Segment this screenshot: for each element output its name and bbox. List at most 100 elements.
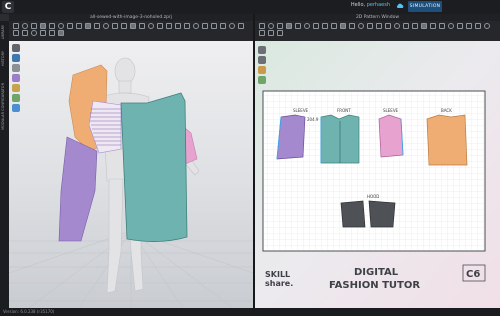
pattern-ruler-icon[interactable] bbox=[259, 30, 265, 36]
pattern-curve-icon[interactable] bbox=[322, 23, 328, 29]
pattern-circle-icon[interactable] bbox=[304, 23, 310, 29]
pattern-grade-icon[interactable] bbox=[430, 23, 436, 29]
pattern-fold-icon[interactable] bbox=[358, 23, 364, 29]
pattern-topstitch-icon[interactable] bbox=[394, 23, 400, 29]
pattern-export-icon[interactable] bbox=[277, 30, 283, 36]
tool-sew-icon[interactable] bbox=[85, 23, 91, 29]
tool-layer-icon[interactable] bbox=[166, 23, 172, 29]
pattern-canvas: SLEEVE FRONT SLEEVE BACK HOOD 204.9 291.… bbox=[255, 41, 500, 308]
tool-xray-icon[interactable] bbox=[40, 30, 46, 36]
tool-sim-icon[interactable] bbox=[229, 23, 235, 29]
pattern-trace-icon[interactable] bbox=[268, 30, 274, 36]
pattern-layout-icon[interactable] bbox=[421, 23, 427, 29]
tab-library[interactable]: LIBRARY bbox=[1, 25, 8, 39]
garment-sleeve-purple[interactable] bbox=[58, 136, 98, 242]
garment-front-teal[interactable] bbox=[120, 92, 188, 242]
tool-tape-icon[interactable] bbox=[58, 23, 64, 29]
pattern-view-icon[interactable] bbox=[258, 46, 266, 54]
tool-iron-icon[interactable] bbox=[76, 23, 82, 29]
tool-texture-icon[interactable] bbox=[130, 23, 136, 29]
tool-export-icon[interactable] bbox=[58, 30, 64, 36]
pattern-annotation-icon[interactable] bbox=[457, 23, 463, 29]
pattern-polygon-icon[interactable] bbox=[286, 23, 292, 29]
tool-measure-icon[interactable] bbox=[49, 23, 55, 29]
pattern-notch-icon[interactable] bbox=[367, 23, 373, 29]
app-logo: C bbox=[2, 1, 14, 13]
skillshare-logo-line1: SKILL bbox=[265, 270, 290, 279]
tool-lock-icon[interactable] bbox=[148, 23, 154, 29]
label-back: BACK bbox=[441, 108, 452, 113]
skillshare-logo-line2: share. bbox=[265, 279, 293, 288]
tab-history[interactable]: HISTORY bbox=[1, 51, 8, 66]
cloud-icon[interactable] bbox=[396, 2, 404, 9]
tool-wind-icon[interactable] bbox=[13, 30, 19, 36]
pattern-grain-icon[interactable] bbox=[376, 23, 382, 29]
pattern-measure-icon[interactable] bbox=[448, 23, 454, 29]
tool-snapshot-icon[interactable] bbox=[220, 23, 226, 29]
tool-camera-icon[interactable] bbox=[103, 23, 109, 29]
tool-select-icon[interactable] bbox=[13, 23, 19, 29]
viewport-2d[interactable]: SLEEVE FRONT SLEEVE BACK HOOD 204.9 291.… bbox=[255, 41, 500, 308]
label-sleeve-right: SLEEVE bbox=[383, 108, 399, 113]
view-sim-icon[interactable] bbox=[12, 104, 20, 112]
view-camera-icon[interactable] bbox=[12, 64, 20, 72]
pattern-fit-icon[interactable] bbox=[475, 23, 481, 29]
tool-strain-icon[interactable] bbox=[31, 30, 37, 36]
view-avatar-icon[interactable] bbox=[12, 44, 20, 52]
pattern-hood-right[interactable] bbox=[368, 200, 396, 228]
tool-button-icon[interactable] bbox=[175, 23, 181, 29]
view-light-icon[interactable] bbox=[12, 84, 20, 92]
viewport-tools-2d bbox=[258, 46, 266, 86]
pattern-texture-icon[interactable] bbox=[412, 23, 418, 29]
tool-graphic-icon[interactable] bbox=[202, 23, 208, 29]
pattern-select-icon[interactable] bbox=[259, 23, 265, 29]
tool-trim-icon[interactable] bbox=[193, 23, 199, 29]
tool-fit-map-icon[interactable] bbox=[22, 30, 28, 36]
pattern-graphic-icon[interactable] bbox=[403, 23, 409, 29]
pattern-symmetric-icon[interactable] bbox=[439, 23, 445, 29]
simulation-mode-button[interactable]: SIMULATION bbox=[408, 1, 442, 12]
pattern-dart-icon[interactable] bbox=[313, 23, 319, 29]
pattern-grid-icon[interactable] bbox=[484, 23, 490, 29]
tool-avatar-icon[interactable] bbox=[94, 23, 100, 29]
toolbar-2d bbox=[255, 21, 500, 41]
tool-zipper-icon[interactable] bbox=[184, 23, 190, 29]
brand-title-line2: FASHION TUTOR bbox=[329, 280, 420, 291]
version-text: Version: 6.0.238 (r35170) bbox=[3, 309, 55, 314]
pattern-fabric-icon[interactable] bbox=[258, 76, 266, 84]
pattern-color-icon[interactable] bbox=[258, 66, 266, 74]
view-fit-icon[interactable] bbox=[12, 94, 20, 102]
tool-brush-icon[interactable] bbox=[67, 23, 73, 29]
viewport-3d[interactable] bbox=[9, 41, 253, 308]
tool-gravity-icon[interactable] bbox=[238, 23, 244, 29]
view-garment-icon[interactable] bbox=[12, 54, 20, 62]
pattern-sleeve-right[interactable] bbox=[378, 114, 404, 158]
pattern-point-icon[interactable] bbox=[331, 23, 337, 29]
pattern-edit-icon[interactable] bbox=[277, 23, 283, 29]
tool-move-icon[interactable] bbox=[22, 23, 28, 29]
pattern-back[interactable] bbox=[426, 114, 468, 166]
pattern-hood-left[interactable] bbox=[340, 200, 366, 228]
tool-light-icon[interactable] bbox=[112, 23, 118, 29]
pattern-layer-icon[interactable] bbox=[258, 56, 266, 64]
tool-view-icon[interactable] bbox=[49, 30, 55, 36]
pattern-rectangle-icon[interactable] bbox=[295, 23, 301, 29]
status-bar: Version: 6.0.238 (r35170) bbox=[0, 308, 500, 316]
pattern-transform-icon[interactable] bbox=[268, 23, 274, 29]
username-link[interactable]: perhaesh bbox=[367, 2, 390, 8]
pattern-sleeve-left[interactable] bbox=[276, 114, 306, 160]
pattern-zoom-icon[interactable] bbox=[466, 23, 472, 29]
tool-pin-icon[interactable] bbox=[40, 23, 46, 29]
c6-badge: C6 bbox=[466, 269, 480, 280]
tool-grade-icon[interactable] bbox=[139, 23, 145, 29]
user-greeting: Hello, perhaesh bbox=[351, 2, 390, 8]
tool-render-icon[interactable] bbox=[121, 23, 127, 29]
tab-modular-configurator[interactable]: MODULAR CONFIGURATOR bbox=[1, 83, 8, 130]
tool-topstitch-icon[interactable] bbox=[211, 23, 217, 29]
pattern-buttonhole-icon[interactable] bbox=[385, 23, 391, 29]
view-texture-icon[interactable] bbox=[12, 74, 20, 82]
tool-hide-icon[interactable] bbox=[157, 23, 163, 29]
pattern-seam-icon[interactable] bbox=[349, 23, 355, 29]
tool-fold-icon[interactable] bbox=[31, 23, 37, 29]
pattern-sew-icon[interactable] bbox=[340, 23, 346, 29]
